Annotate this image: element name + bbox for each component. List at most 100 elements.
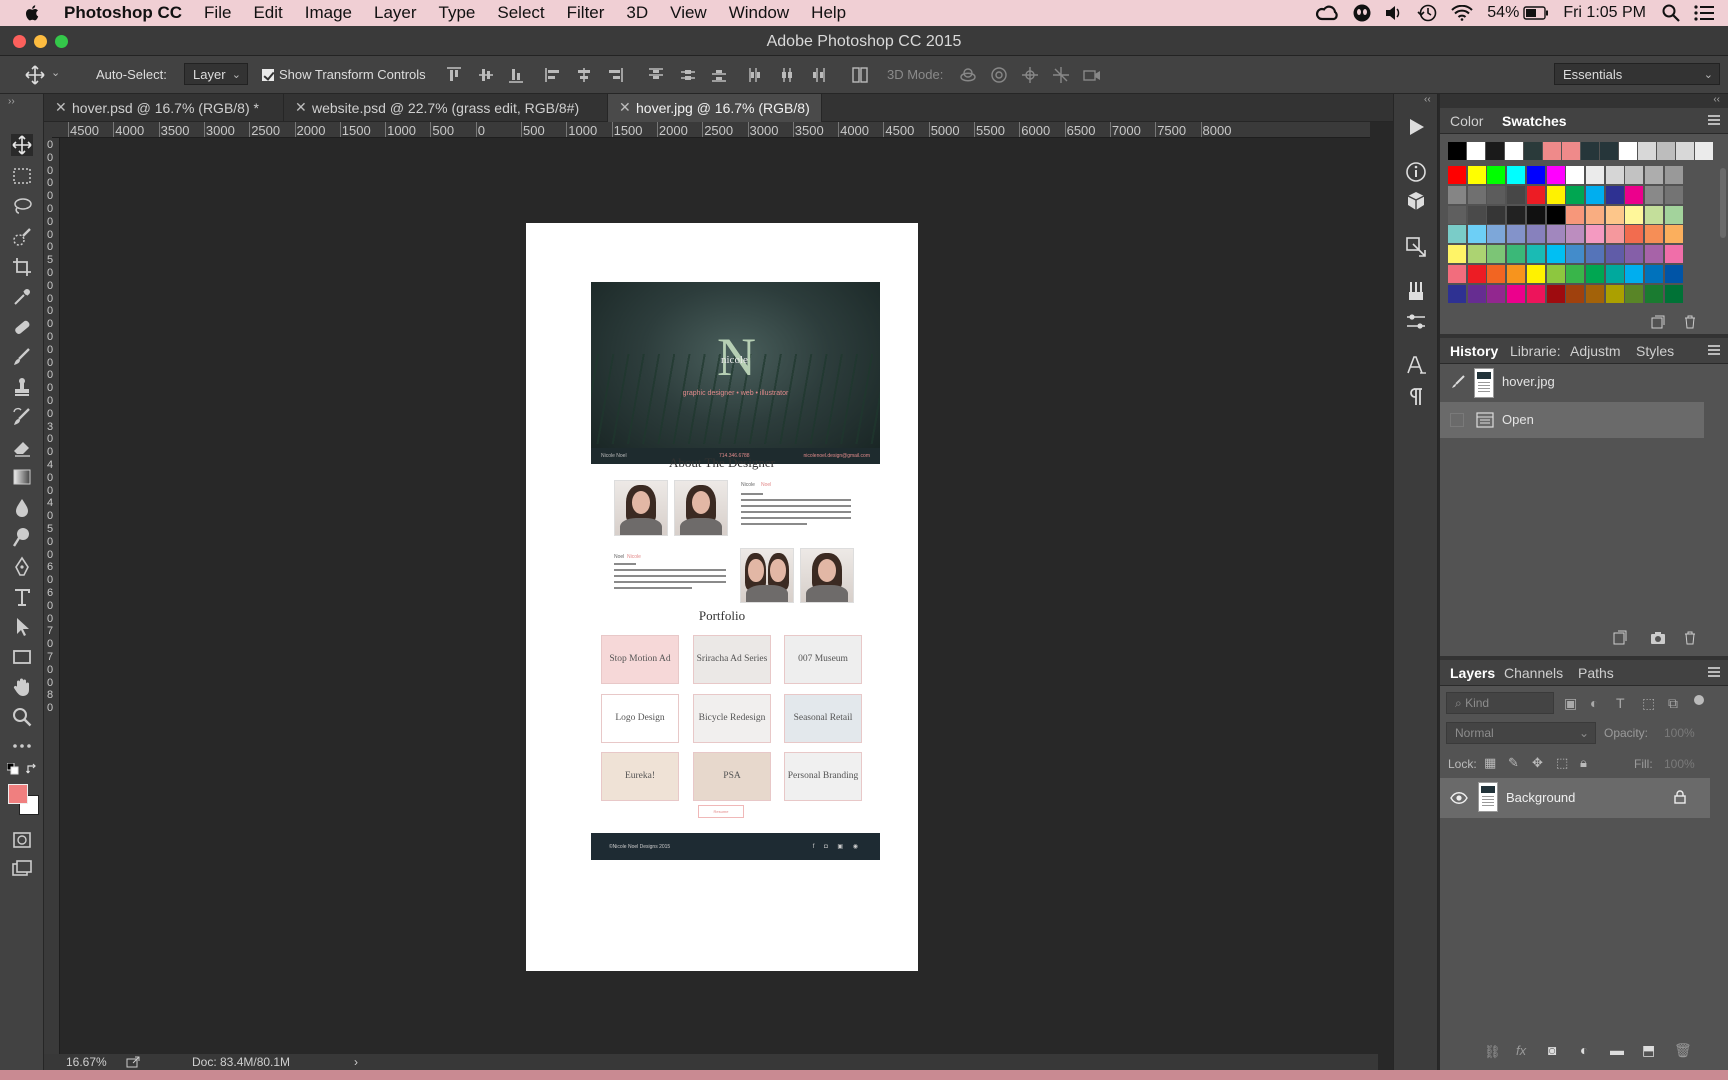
layer-style-fx-icon[interactable]: fx: [1516, 1043, 1526, 1058]
color-swatch[interactable]: [1638, 142, 1656, 160]
color-swatch[interactable]: [1605, 166, 1624, 184]
new-layer-icon[interactable]: ⬒: [1642, 1042, 1655, 1059]
zoom-tool-icon[interactable]: [11, 706, 33, 728]
color-swatch[interactable]: [1487, 284, 1506, 303]
3d-roll-icon[interactable]: [989, 65, 1009, 85]
color-swatch[interactable]: [1585, 185, 1604, 204]
color-swatch[interactable]: [1526, 265, 1545, 283]
color-swatch[interactable]: [1507, 284, 1526, 303]
screen-mode-icon[interactable]: [11, 858, 33, 880]
distribute-right-icon[interactable]: [808, 65, 828, 85]
rectangle-tool-icon[interactable]: [11, 646, 33, 668]
color-swatch[interactable]: [1524, 142, 1542, 160]
history-snapshot[interactable]: hover.jpg: [1440, 364, 1704, 400]
eraser-tool-icon[interactable]: [11, 436, 33, 458]
close-tab-icon[interactable]: ✕: [619, 99, 631, 116]
dodge-tool-icon[interactable]: [11, 526, 33, 548]
color-swatch[interactable]: [1625, 166, 1644, 184]
character-panel-icon[interactable]: [1405, 354, 1427, 376]
color-swatch[interactable]: [1487, 205, 1506, 224]
collapse-panels-icon[interactable]: ‹‹: [1713, 94, 1720, 105]
wifi-icon[interactable]: [1451, 5, 1473, 21]
align-vertical-center-icon[interactable]: [476, 65, 496, 85]
3d-scale-icon[interactable]: [1082, 65, 1102, 85]
menu-filter[interactable]: Filter: [567, 3, 605, 23]
quick-mask-icon[interactable]: [11, 829, 33, 851]
panel-menu-icon[interactable]: [1708, 115, 1720, 125]
history-state-open[interactable]: Open: [1440, 402, 1704, 438]
color-swatch[interactable]: [1605, 185, 1624, 204]
auto-select-dropdown[interactable]: Layer ⌄: [184, 63, 248, 85]
color-swatch[interactable]: [1645, 265, 1663, 283]
horizontal-ruler[interactable]: 4500 4000 3500 3000 2500 2000 1500 1000 500 0 500 1…: [52, 122, 1370, 138]
collapse-strip-icon[interactable]: ‹‹: [1424, 94, 1431, 105]
menu-image[interactable]: Image: [305, 3, 352, 23]
swap-colors-icon[interactable]: [26, 763, 38, 775]
color-swatch[interactable]: [1581, 142, 1599, 160]
distribute-top-icon[interactable]: [646, 65, 666, 85]
color-swatch[interactable]: [1546, 265, 1565, 283]
status-menu-arrow[interactable]: ›: [354, 1055, 358, 1069]
color-swatch[interactable]: [1585, 284, 1604, 303]
spot-healing-brush-icon[interactable]: [11, 316, 33, 338]
close-tab-icon[interactable]: ✕: [55, 99, 67, 116]
zoom-level[interactable]: 16.67%: [66, 1055, 107, 1069]
distribute-bottom-icon[interactable]: [709, 65, 729, 85]
color-swatch[interactable]: [1585, 245, 1604, 264]
adjustment-layer-icon[interactable]: ◐: [1580, 1042, 1588, 1058]
3d-slide-icon[interactable]: [1051, 65, 1071, 85]
menu-app-name[interactable]: Photoshop CC: [64, 3, 182, 23]
document-canvas[interactable]: N nicole graphic designer • web • illust…: [526, 223, 918, 971]
color-swatch[interactable]: [1467, 185, 1486, 204]
spotlight-search-icon[interactable]: [1662, 4, 1680, 22]
color-swatch[interactable]: [1664, 225, 1683, 244]
color-swatch[interactable]: [1600, 142, 1618, 160]
tab-website-psd[interactable]: ✕ website.psd @ 22.7% (grass edit, RGB/8…: [284, 94, 608, 122]
distribute-vertical-center-icon[interactable]: [678, 65, 698, 85]
filter-pixel-icon[interactable]: ▣: [1564, 695, 1577, 712]
color-swatch[interactable]: [1645, 225, 1663, 244]
color-swatch[interactable]: [1695, 142, 1713, 160]
layer-filter-kind[interactable]: ⌕ Kind: [1446, 692, 1554, 714]
color-swatch[interactable]: [1664, 284, 1683, 303]
brush-settings-icon[interactable]: [1405, 311, 1427, 333]
paragraph-panel-icon[interactable]: [1405, 385, 1427, 407]
close-tab-icon[interactable]: ✕: [295, 99, 307, 116]
color-swatch[interactable]: [1448, 245, 1466, 264]
color-swatch[interactable]: [1505, 142, 1523, 160]
tab-history[interactable]: History: [1450, 343, 1498, 359]
menu-select[interactable]: Select: [497, 3, 544, 23]
tab-hover-psd[interactable]: ✕ hover.psd @ 16.7% (RGB/8) *: [44, 94, 284, 122]
color-swatch[interactable]: [1487, 225, 1506, 244]
color-swatch[interactable]: [1526, 166, 1545, 184]
color-swatch[interactable]: [1526, 245, 1545, 264]
color-swatch[interactable]: [1676, 142, 1694, 160]
menu-layer[interactable]: Layer: [374, 3, 417, 23]
color-swatch[interactable]: [1605, 225, 1624, 244]
opacity-value[interactable]: 100%: [1664, 726, 1695, 740]
color-swatch[interactable]: [1566, 205, 1585, 224]
battery-icon[interactable]: [1523, 6, 1549, 20]
color-swatch[interactable]: [1546, 185, 1565, 204]
color-swatch[interactable]: [1625, 245, 1644, 264]
delete-swatch-icon[interactable]: [1682, 314, 1698, 330]
menu-view[interactable]: View: [670, 3, 707, 23]
color-swatch[interactable]: [1546, 166, 1565, 184]
filter-type-icon[interactable]: T: [1616, 695, 1625, 711]
color-swatch[interactable]: [1625, 225, 1644, 244]
menu-help[interactable]: Help: [811, 3, 846, 23]
lock-transparent-icon[interactable]: ▦: [1484, 755, 1496, 771]
color-swatch[interactable]: [1448, 166, 1466, 184]
color-swatch[interactable]: [1645, 185, 1663, 204]
delete-state-icon[interactable]: [1682, 630, 1698, 646]
move-tool-preset-icon[interactable]: [25, 65, 45, 85]
lasso-tool-icon[interactable]: [11, 195, 33, 217]
color-swatch[interactable]: [1546, 284, 1565, 303]
visibility-eye-icon[interactable]: [1450, 791, 1468, 805]
quick-selection-icon[interactable]: [11, 226, 33, 248]
lock-all-icon[interactable]: 🔒︎: [1580, 755, 1587, 771]
move-tool-icon[interactable]: [11, 134, 33, 156]
menu-3d[interactable]: 3D: [626, 3, 648, 23]
lock-image-pixels-icon[interactable]: ✎: [1508, 755, 1519, 771]
swatch-scrollbar[interactable]: [1720, 168, 1726, 238]
